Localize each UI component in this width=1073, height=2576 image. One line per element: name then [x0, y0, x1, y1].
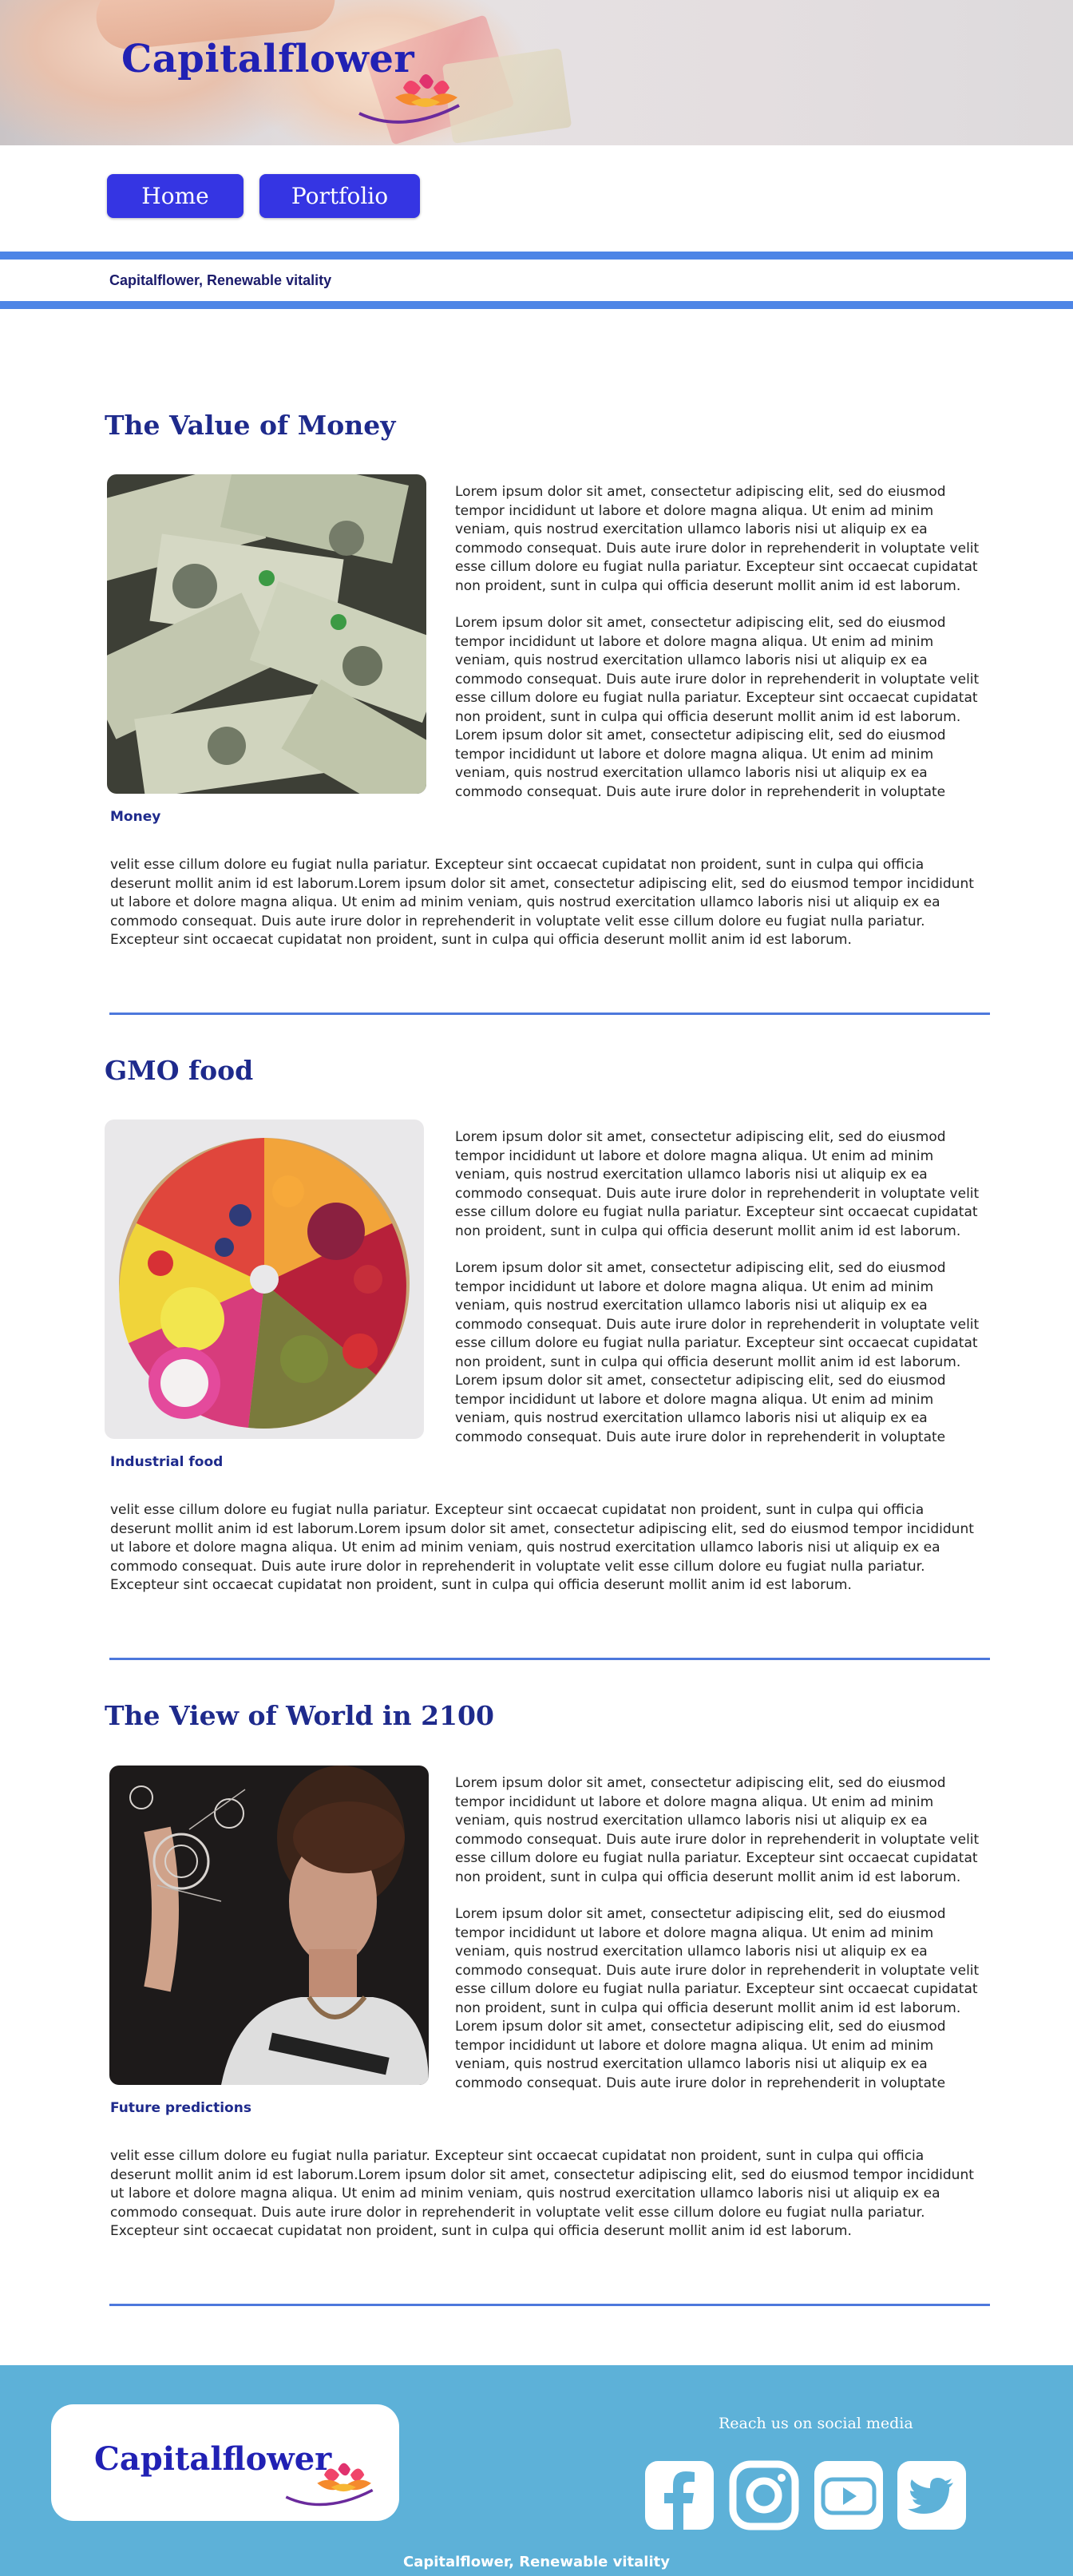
article-world-2100: The View of World in 2100 Future predict… [0, 1601, 1073, 2306]
youtube-icon[interactable] [813, 2459, 885, 2531]
article-paragraph: Lorem ipsum dolor sit amet, consectetur … [455, 484, 980, 594]
article-title: The View of World in 2100 [105, 1700, 494, 1731]
article-side-text: Lorem ipsum dolor sit amet, consectetur … [455, 1128, 982, 1447]
article-wide-text: velit esse cillum dolore eu fugiat nulla… [110, 857, 974, 948]
article-gmo-food: GMO food Industrial food Lorem ipsum dol… [0, 956, 1073, 1660]
article-paragraph: Lorem ipsum dolor sit amet, consectetur … [455, 615, 980, 725]
article-wide-text: velit esse cillum dolore eu fugiat nulla… [110, 2148, 974, 2239]
article-side-text: Lorem ipsum dolor sit amet, consectetur … [455, 483, 982, 802]
article-paragraph: Lorem ipsum dolor sit amet, consectetur … [455, 727, 946, 800]
money-image [107, 474, 426, 794]
lotus-logo-icon [358, 74, 460, 124]
future-photo [109, 1766, 429, 2085]
header-banner: Capitalflower [0, 0, 1073, 145]
footer-tagline: Capitalflower, Renewable vitality [403, 2554, 670, 2570]
article-paragraph: Lorem ipsum dolor sit amet, consectetur … [455, 1129, 980, 1239]
article-title: The Value of Money [105, 410, 396, 441]
home-nav-button[interactable]: Home [107, 174, 244, 218]
lotus-logo-icon [285, 2463, 374, 2507]
social-label: Reach us on social media [719, 2415, 913, 2432]
article-paragraph: Lorem ipsum dolor sit amet, consectetur … [455, 2019, 946, 2091]
twitter-icon[interactable] [896, 2459, 968, 2531]
article-value-of-money: The Value of Money Money Lorem ipsum dol… [0, 309, 1073, 1015]
article-wide-text: velit esse cillum dolore eu fugiat nulla… [110, 1502, 974, 1593]
article-paragraph: Lorem ipsum dolor sit amet, consectetur … [455, 1906, 980, 2016]
portfolio-nav-button[interactable]: Portfolio [259, 174, 420, 218]
tagline-divider-top [0, 252, 1073, 260]
footer-logo-card[interactable]: Capitalflower [51, 2404, 399, 2521]
future-image [109, 1766, 429, 2085]
article-paragraph: Lorem ipsum dolor sit amet, consectetur … [455, 1373, 946, 1445]
tagline-divider-bottom [0, 301, 1073, 309]
section-divider [109, 2304, 990, 2306]
site-footer: Capitalflower Reach us on social media C… [0, 2365, 1073, 2576]
article-paragraph: Lorem ipsum dolor sit amet, consectetur … [455, 1775, 980, 1885]
article-paragraph: Lorem ipsum dolor sit amet, consectetur … [455, 1260, 980, 1370]
article-side-text: Lorem ipsum dolor sit amet, consectetur … [455, 1774, 982, 2093]
facebook-icon[interactable] [643, 2459, 715, 2531]
fruit-photo [105, 1120, 424, 1439]
fruit-image [105, 1120, 424, 1439]
image-caption: Money [110, 809, 161, 825]
money-photo [107, 474, 426, 794]
instagram-icon[interactable] [728, 2459, 800, 2531]
tagline-text: Capitalflower, Renewable vitality [109, 271, 332, 288]
article-title: GMO food [105, 1055, 254, 1086]
image-caption: Industrial food [110, 1454, 224, 1470]
main-nav: Home Portfolio [0, 145, 1073, 252]
image-caption: Future predictions [110, 2100, 251, 2116]
